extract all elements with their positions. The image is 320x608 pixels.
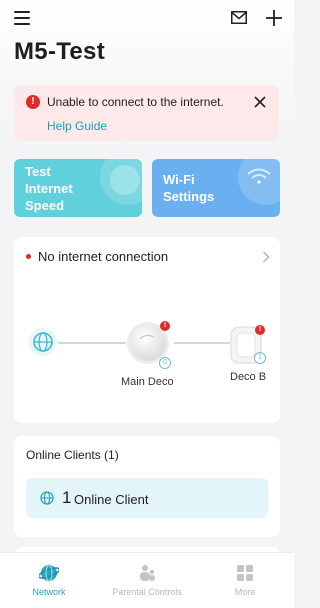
alert-message: Unable to connect to the internet. — [47, 95, 224, 109]
tile-label: Test Internet Speed — [25, 164, 73, 213]
bottom-navigation: Network Parental Controls More — [0, 552, 294, 608]
error-badge: ! — [255, 325, 265, 335]
clients-title: Online Clients (1) — [26, 448, 119, 462]
network-status: No internet connection — [38, 249, 169, 264]
chevron-right-icon[interactable] — [262, 251, 270, 263]
test-internet-speed-tile[interactable]: Test Internet Speed — [14, 159, 142, 217]
grid-icon — [237, 565, 253, 581]
client-count-badge: 0 — [159, 357, 171, 369]
close-icon[interactable] — [254, 96, 266, 108]
online-clients-label: Online Client — [74, 492, 149, 507]
network-icon — [39, 564, 59, 582]
nav-parental-controls[interactable]: Parental Controls — [98, 553, 196, 608]
wifi-settings-tile[interactable]: Wi-Fi Settings — [152, 159, 280, 217]
wifi-icon-glyph — [247, 168, 271, 184]
plus-icon[interactable] — [265, 9, 283, 27]
help-guide-link[interactable]: Help Guide — [47, 119, 107, 133]
client-count-badge: 1 — [254, 352, 266, 364]
online-clients-card: Online Clients (1) 1 Online Client — [14, 436, 280, 537]
main-deco-label: Main Deco — [121, 376, 174, 388]
internet-globe-icon — [29, 328, 57, 356]
mail-icon[interactable] — [231, 11, 247, 24]
nav-label: Network — [32, 587, 66, 597]
connection-line — [58, 342, 126, 344]
speedometer-icon-inner — [110, 165, 140, 195]
globe-icon — [40, 491, 54, 505]
alert-banner: ! Unable to connect to the internet. Hel… — [14, 85, 279, 141]
error-icon-glyph: ! — [31, 96, 35, 107]
error-badge: ! — [160, 321, 170, 331]
menu-icon[interactable] — [14, 11, 30, 25]
parental-controls-icon — [140, 565, 155, 581]
status-dot — [26, 254, 31, 259]
online-clients-button[interactable]: 1 Online Client — [26, 478, 268, 518]
page-title: M5-Test — [14, 38, 105, 65]
deco-b-label: Deco B — [230, 371, 267, 383]
tile-label: Wi-Fi Settings — [163, 172, 215, 204]
nav-label: Parental Controls — [112, 587, 182, 597]
online-clients-count: 1 — [62, 488, 72, 507]
top-bar — [0, 8, 294, 28]
nav-network[interactable]: Network — [0, 553, 98, 608]
error-icon: ! — [26, 95, 40, 109]
network-card[interactable]: No internet connection ! 0 Main Deco ! 1… — [14, 237, 280, 423]
nav-label: More — [234, 587, 256, 597]
connection-line — [174, 342, 230, 344]
nav-more[interactable]: More — [196, 553, 294, 608]
